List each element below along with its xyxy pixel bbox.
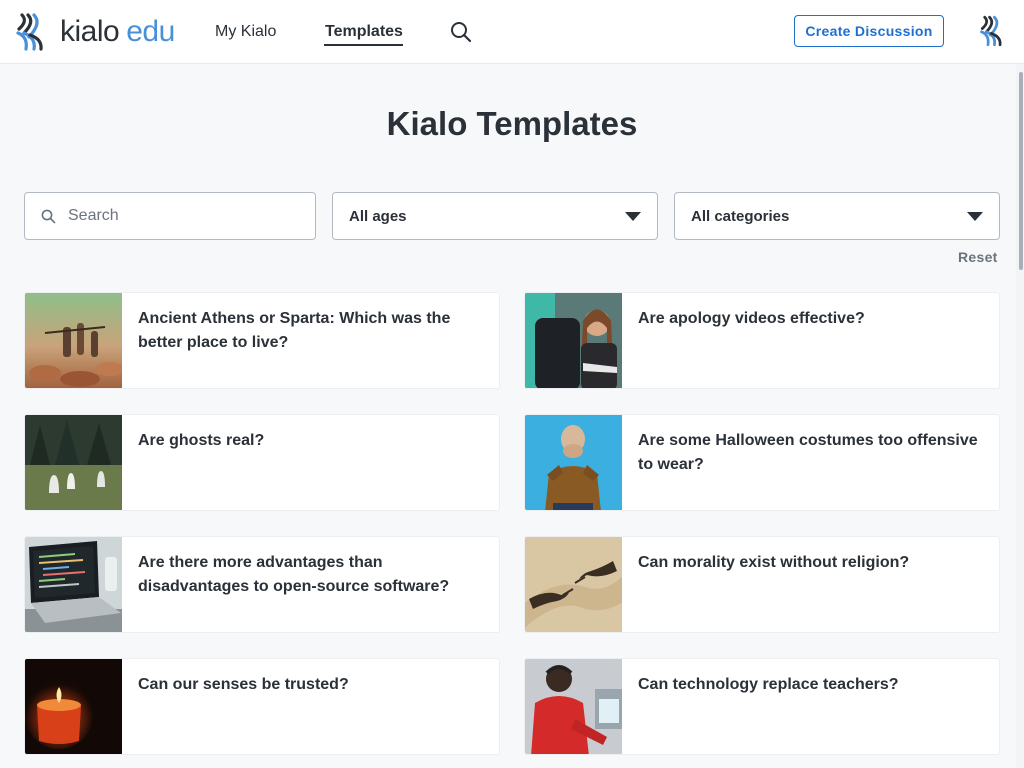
toy-soldiers-photo bbox=[25, 293, 122, 388]
template-card[interactable]: Can technology replace teachers? bbox=[524, 658, 1000, 755]
template-card[interactable]: Are ghosts real? bbox=[24, 414, 500, 511]
category-filter-value: All categories bbox=[691, 208, 790, 225]
reset-filters-link[interactable]: Reset bbox=[958, 249, 998, 265]
reaching-hands-art bbox=[525, 537, 622, 632]
caret-down-icon bbox=[625, 212, 641, 221]
template-card[interactable]: Can morality exist without religion? bbox=[524, 536, 1000, 633]
template-card-title: Are ghosts real? bbox=[138, 432, 265, 449]
top-nav-bar: kialo edu My Kialo Templates Create Discu… bbox=[0, 0, 1024, 64]
template-card-title: Are apology videos effective? bbox=[638, 310, 865, 327]
candle-photo bbox=[25, 659, 122, 754]
page-scrollbar-thumb[interactable] bbox=[1019, 72, 1023, 270]
template-card-title: Can technology replace teachers? bbox=[638, 676, 899, 693]
forest-ghosts-photo bbox=[25, 415, 122, 510]
search-input[interactable] bbox=[68, 193, 308, 239]
template-card[interactable]: Can our senses be trusted? bbox=[24, 658, 500, 755]
caret-down-icon bbox=[967, 212, 983, 221]
student-computer-photo bbox=[525, 659, 622, 754]
template-card[interactable]: Are there more advantages than disadvant… bbox=[24, 536, 500, 633]
template-card[interactable]: Are some Halloween costumes too offensiv… bbox=[524, 414, 1000, 511]
template-card-title: Can morality exist without religion? bbox=[638, 554, 910, 571]
template-card-title: Ancient Athens or Sparta: Which was the … bbox=[138, 310, 451, 351]
template-card-title: Can our senses be trusted? bbox=[138, 676, 349, 693]
user-avatar[interactable] bbox=[978, 14, 1006, 53]
woman-in-chair-photo bbox=[525, 293, 622, 388]
create-discussion-button[interactable]: Create Discussion bbox=[794, 15, 944, 47]
template-card[interactable]: Ancient Athens or Sparta: Which was the … bbox=[24, 292, 500, 389]
logo-word-kialo: kialo bbox=[60, 15, 120, 48]
surprised-woman-photo bbox=[525, 415, 622, 510]
nav-my-kialo[interactable]: My Kialo bbox=[215, 22, 276, 42]
kialo-logo-icon bbox=[16, 13, 43, 51]
kialo-logo-icon bbox=[980, 15, 1002, 47]
template-card-title: Are some Halloween costumes too offensiv… bbox=[638, 432, 978, 473]
search-icon bbox=[41, 209, 56, 229]
nav-active-indicator bbox=[324, 44, 403, 46]
template-card[interactable]: Are apology videos effective? bbox=[524, 292, 1000, 389]
page-title: Kialo Templates bbox=[386, 105, 638, 142]
template-search[interactable] bbox=[24, 192, 316, 240]
category-filter-select[interactable]: All categories bbox=[674, 192, 1000, 240]
template-card-title: Are there more advantages than disadvant… bbox=[138, 554, 450, 595]
age-filter-value: All ages bbox=[349, 208, 407, 225]
search-icon[interactable] bbox=[450, 21, 472, 48]
kialo-edu-logo[interactable]: kialo edu bbox=[14, 10, 175, 54]
nav-templates[interactable]: Templates bbox=[325, 22, 403, 42]
age-filter-select[interactable]: All ages bbox=[332, 192, 658, 240]
laptop-code-photo bbox=[25, 537, 122, 632]
logo-text: kialo edu bbox=[60, 17, 175, 47]
logo-word-edu: edu bbox=[126, 15, 175, 48]
